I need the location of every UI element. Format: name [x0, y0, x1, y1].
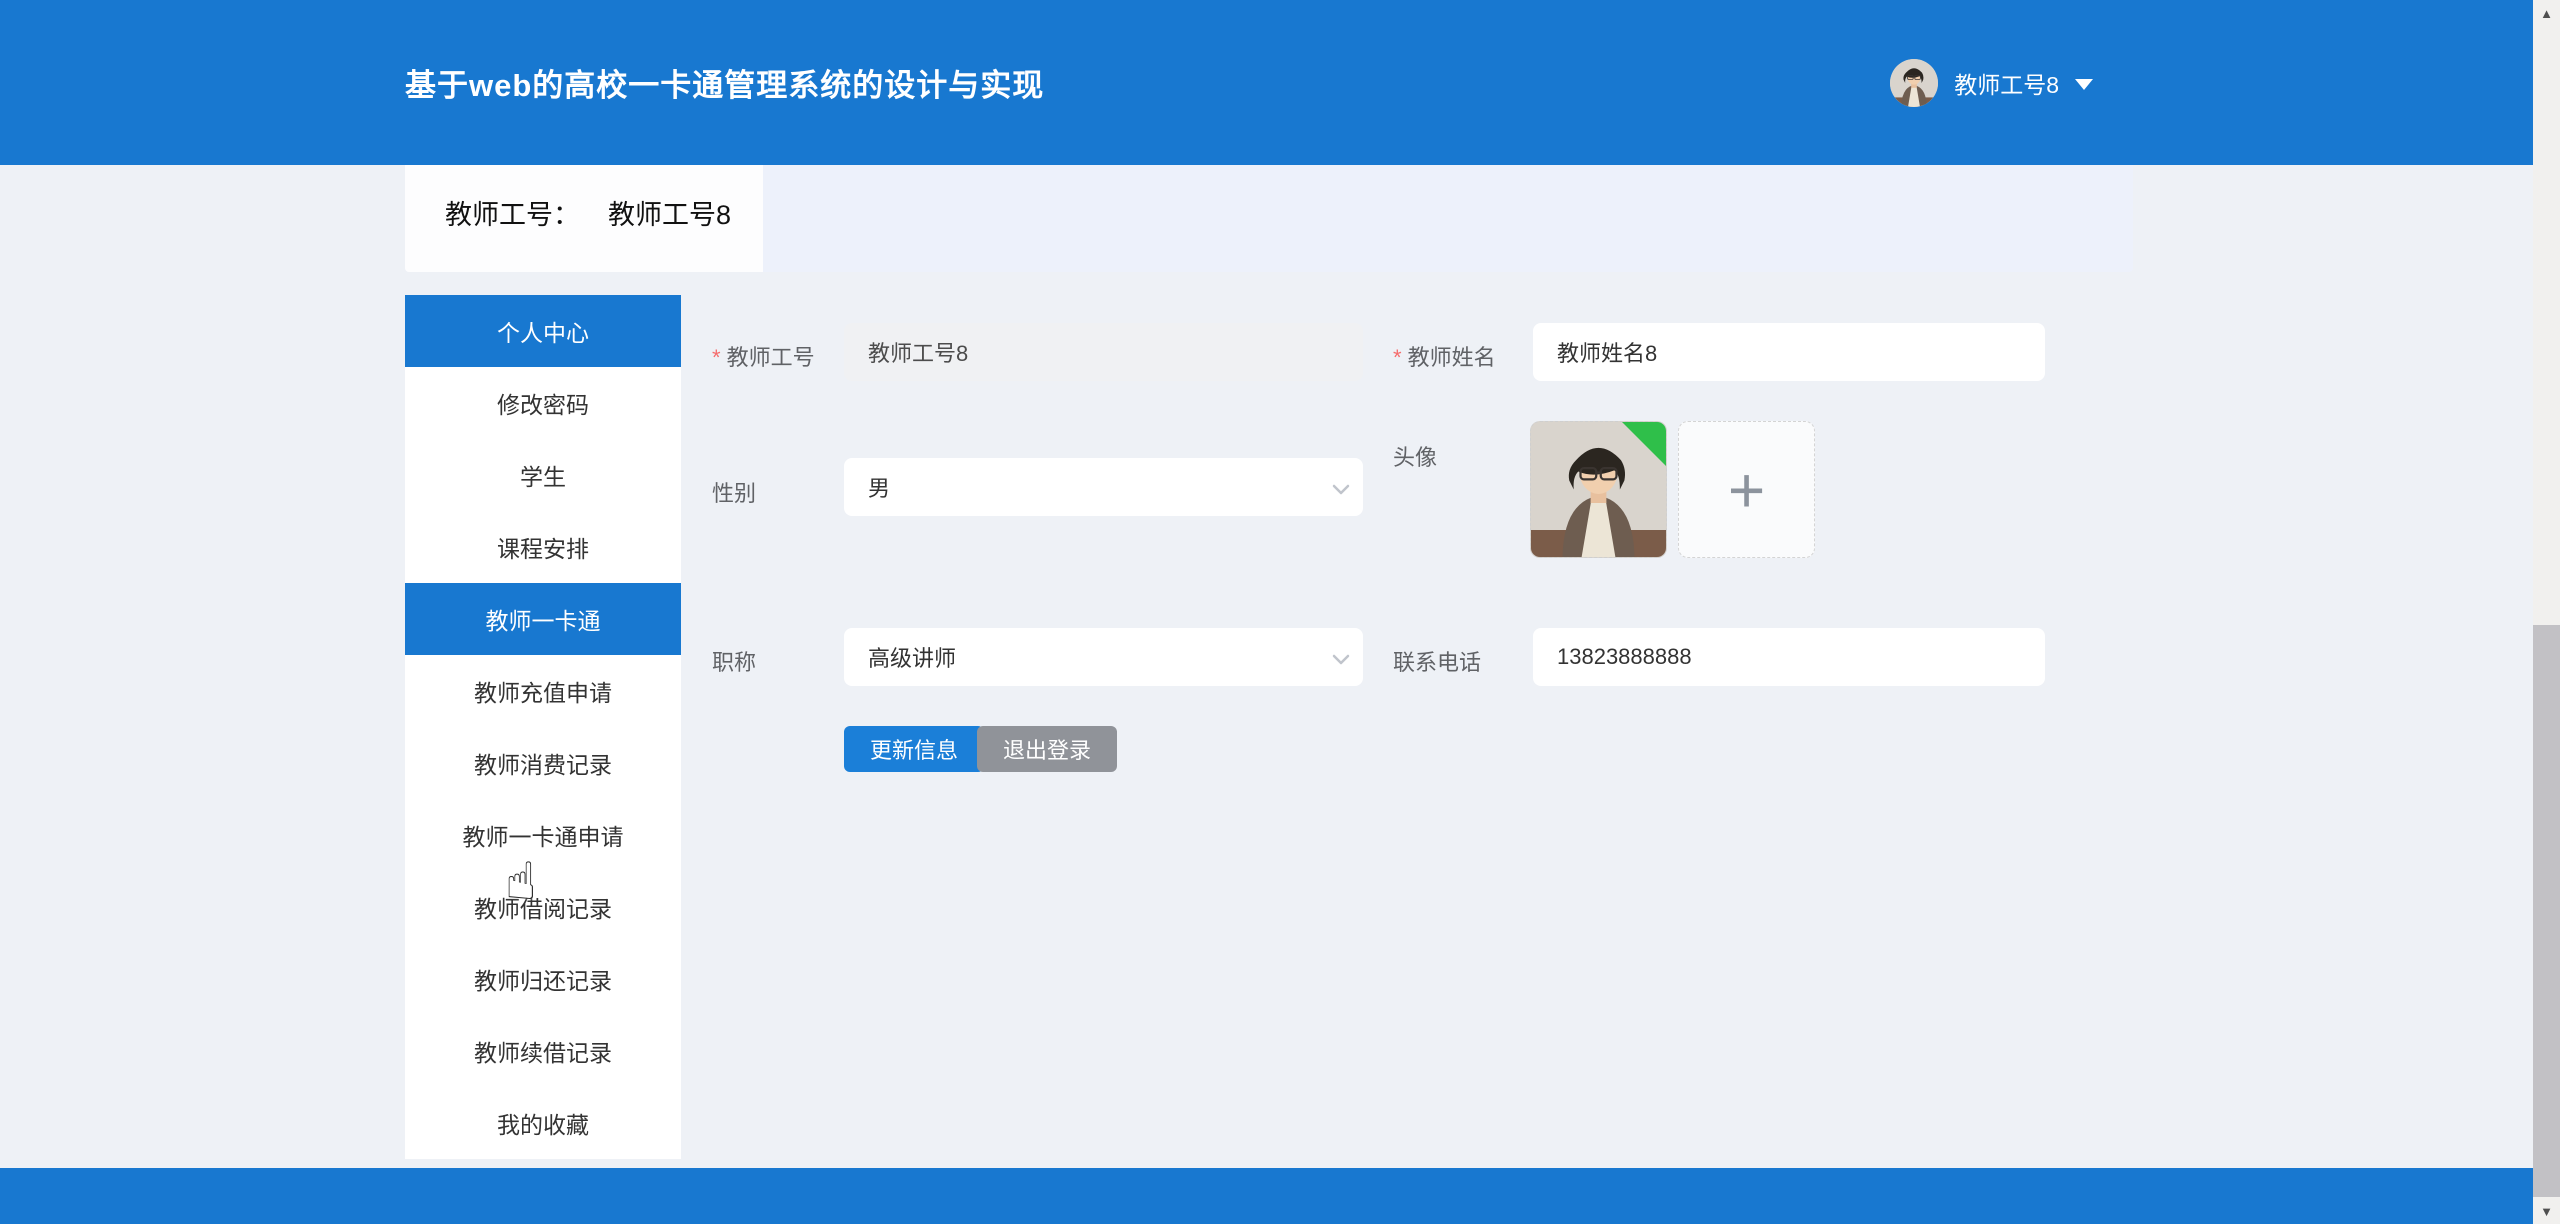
- phone-label: 联系电话: [1393, 645, 1481, 677]
- portrait-avatar-icon: [1890, 59, 1938, 107]
- gender-label: 性别: [712, 476, 756, 508]
- gender-select[interactable]: [844, 458, 1363, 516]
- logout-button[interactable]: 退出登录: [977, 726, 1117, 772]
- scroll-down-icon[interactable]: ▼: [2533, 1198, 2560, 1224]
- update-info-button[interactable]: 更新信息: [844, 726, 984, 772]
- scrollbar-thumb[interactable]: [2533, 625, 2560, 1197]
- scroll-up-icon[interactable]: ▲: [2533, 0, 2560, 26]
- caret-down-icon: [2075, 79, 2093, 90]
- sidebar-item-renew-records[interactable]: 教师续借记录: [405, 1015, 681, 1087]
- plus-icon: +: [1728, 458, 1765, 522]
- teacher-name-input[interactable]: [1533, 323, 2045, 381]
- sidebar-item-return-records[interactable]: 教师归还记录: [405, 943, 681, 1015]
- avatar-label: 头像: [1393, 440, 1437, 472]
- sidebar-nav: 个人中心 修改密码 学生 课程安排 教师一卡通 教师充值申请 教师消费记录 教师…: [405, 295, 681, 1159]
- required-asterisk: *: [1393, 345, 1402, 370]
- sidebar-item-borrow-records[interactable]: 教师借阅记录: [405, 871, 681, 943]
- app-footer: [0, 1168, 2533, 1224]
- sidebar-item-students[interactable]: 学生: [405, 439, 681, 511]
- sidebar-item-card-application[interactable]: 教师一卡通申请: [405, 799, 681, 871]
- required-asterisk: *: [712, 345, 721, 370]
- user-name: 教师工号8: [1954, 66, 2059, 100]
- sidebar-item-recharge-request[interactable]: 教师充值申请: [405, 655, 681, 727]
- sidebar-item-my-favorites[interactable]: 我的收藏: [405, 1087, 681, 1159]
- title-select[interactable]: [844, 628, 1363, 686]
- avatar-preview[interactable]: ✓: [1530, 421, 1667, 558]
- sidebar-item-personal-center[interactable]: 个人中心: [405, 295, 681, 367]
- sidebar-item-consumption-records[interactable]: 教师消费记录: [405, 727, 681, 799]
- app-header: 基于web的高校一卡通管理系统的设计与实现 教师工号8: [0, 0, 2533, 165]
- banner-value: 教师工号8: [608, 200, 731, 230]
- sidebar-item-teacher-card[interactable]: 教师一卡通: [405, 583, 681, 655]
- user-menu[interactable]: 教师工号8: [1890, 0, 2093, 165]
- page: 基于web的高校一卡通管理系统的设计与实现 教师工号8: [0, 0, 2560, 1224]
- page-title: 基于web的高校一卡通管理系统的设计与实现: [405, 0, 1044, 165]
- teacher-id-card: 教师工号： 教师工号8: [405, 165, 763, 272]
- banner-spacer: [763, 165, 2133, 272]
- teacher-id-label: *教师工号: [712, 340, 815, 372]
- phone-input[interactable]: [1533, 628, 2045, 686]
- sidebar-item-course-schedule[interactable]: 课程安排: [405, 511, 681, 583]
- user-avatar[interactable]: [1890, 59, 1938, 107]
- teacher-name-label: *教师姓名: [1393, 340, 1496, 372]
- teacher-id-input: [844, 323, 1363, 381]
- vertical-scrollbar[interactable]: ▲ ▼: [2533, 0, 2560, 1224]
- avatar-upload-button[interactable]: +: [1678, 421, 1815, 558]
- banner-label: 教师工号：: [445, 200, 580, 230]
- upload-success-badge: [1622, 422, 1666, 466]
- title-label: 职称: [712, 645, 756, 677]
- info-banner: 教师工号： 教师工号8: [405, 165, 2133, 272]
- sidebar-item-change-password[interactable]: 修改密码: [405, 367, 681, 439]
